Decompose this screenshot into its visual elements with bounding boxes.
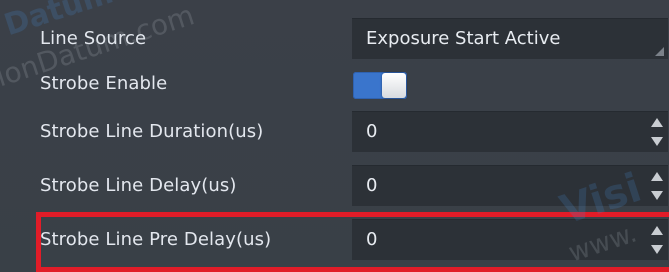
strobe-line-duration-value: 0 — [366, 121, 378, 142]
strobe-line-duration-label: Strobe Line Duration(us) — [40, 121, 264, 142]
increment-arrow-icon[interactable] — [651, 172, 663, 181]
dropdown-grip-icon — [655, 47, 664, 56]
strobe-enable-toggle[interactable] — [353, 72, 407, 99]
line-source-select[interactable]: Exposure Start Active — [352, 18, 668, 59]
strobe-line-delay-value: 0 — [366, 175, 378, 196]
strobe-enable-label: Strobe Enable — [40, 73, 168, 94]
decrement-arrow-icon[interactable] — [651, 191, 663, 200]
strobe-line-pre-delay-value: 0 — [366, 229, 378, 250]
increment-arrow-icon[interactable] — [651, 226, 663, 235]
strobe-line-pre-delay-spinner[interactable] — [650, 222, 664, 258]
toggle-knob — [382, 73, 406, 98]
line-source-value: Exposure Start Active — [366, 28, 561, 49]
decrement-arrow-icon[interactable] — [651, 245, 663, 254]
strobe-line-delay-input[interactable]: 0 — [352, 165, 668, 206]
strobe-line-delay-label: Strobe Line Delay(us) — [40, 175, 237, 196]
strobe-line-pre-delay-input[interactable]: 0 — [352, 219, 668, 260]
line-source-label: Line Source — [40, 28, 147, 49]
strobe-line-duration-spinner[interactable] — [650, 114, 664, 150]
increment-arrow-icon[interactable] — [651, 118, 663, 127]
strobe-line-duration-input[interactable]: 0 — [352, 111, 668, 152]
strobe-line-pre-delay-label: Strobe Line Pre Delay(us) — [40, 229, 272, 250]
strobe-line-delay-spinner[interactable] — [650, 168, 664, 204]
decrement-arrow-icon[interactable] — [651, 137, 663, 146]
property-panel: Line Source Exposure Start Active Strobe… — [0, 0, 669, 272]
